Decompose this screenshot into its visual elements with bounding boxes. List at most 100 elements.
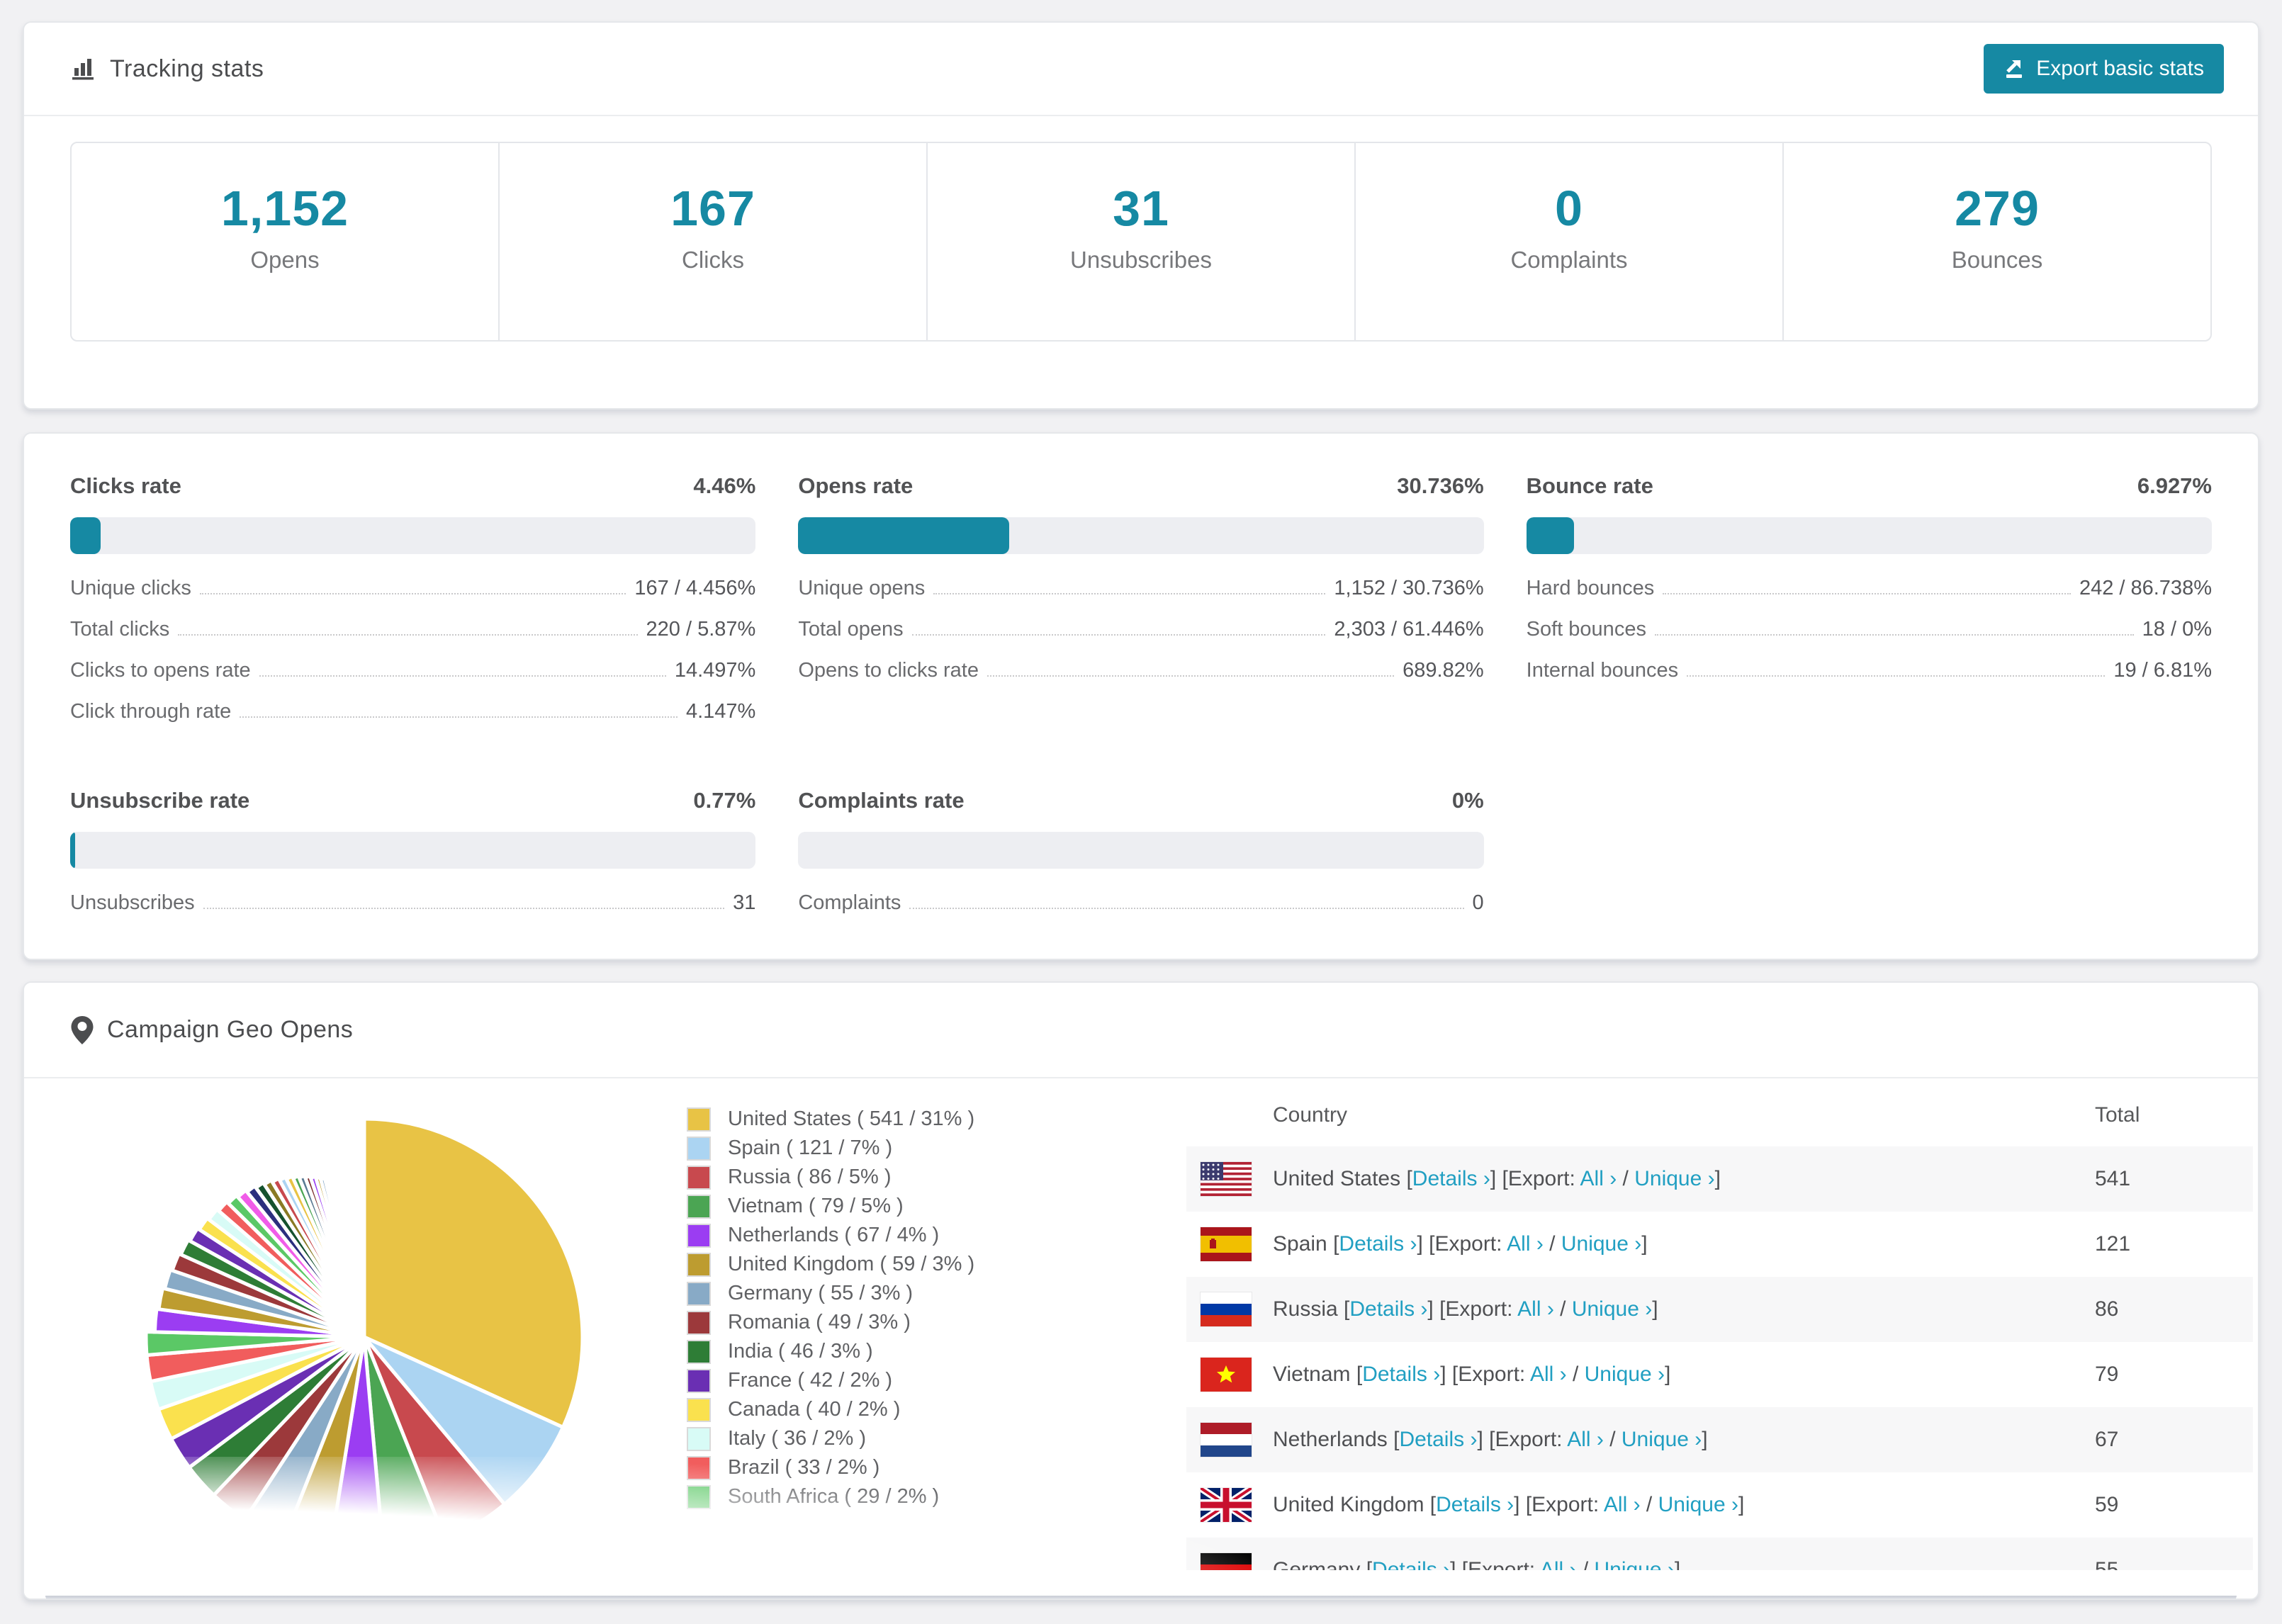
progress-track bbox=[1526, 517, 2212, 554]
progress-track bbox=[70, 517, 756, 554]
export-all-link[interactable]: All › bbox=[1517, 1297, 1554, 1321]
export-all-link[interactable]: All › bbox=[1604, 1493, 1641, 1516]
rate-row-value: 18 / 0% bbox=[2142, 618, 2212, 641]
details-link[interactable]: Details › bbox=[1399, 1428, 1477, 1451]
legend-swatch bbox=[687, 1339, 711, 1364]
rate-row-value: 14.497% bbox=[674, 659, 756, 682]
country-cell: Vietnam [Details ›] [Export: All › / Uni… bbox=[1273, 1363, 1670, 1387]
export-unique-link[interactable]: Unique › bbox=[1585, 1363, 1665, 1386]
progress-fill bbox=[1526, 517, 1574, 554]
legend-swatch bbox=[687, 1107, 711, 1132]
details-link[interactable]: Details › bbox=[1349, 1297, 1427, 1321]
dotted-leader bbox=[203, 908, 725, 909]
progress-track bbox=[70, 832, 756, 869]
export-prefix: ] [Export: bbox=[1417, 1232, 1507, 1256]
bracket-close: ] bbox=[1665, 1363, 1671, 1386]
rate-title: Bounce rate bbox=[1526, 473, 1653, 498]
rate-card: Clicks rate 4.46% Unique clicks 167 / 4.456… bbox=[70, 473, 756, 741]
export-unique-link[interactable]: Unique › bbox=[1621, 1428, 1702, 1451]
export-unique-link[interactable]: Unique › bbox=[1658, 1493, 1738, 1516]
export-unique-link[interactable]: Unique › bbox=[1634, 1167, 1714, 1190]
details-link[interactable]: Details › bbox=[1412, 1167, 1490, 1190]
rate-row-label: Unique opens bbox=[798, 577, 926, 599]
geo-table-header: Country Total bbox=[1186, 1084, 2253, 1146]
export-prefix: ] [Export: bbox=[1477, 1428, 1568, 1451]
total-cell: 121 bbox=[2095, 1232, 2131, 1256]
legend-swatch bbox=[687, 1368, 711, 1393]
bracket-close: ] bbox=[1641, 1232, 1648, 1256]
summary-value: 167 bbox=[670, 181, 755, 236]
legend-label: Russia ( 86 / 5% ) bbox=[728, 1166, 892, 1188]
rate-row-value: 167 / 4.456% bbox=[634, 577, 756, 599]
country-name: Netherlands [ bbox=[1273, 1428, 1400, 1451]
legend-label: Germany ( 55 / 3% ) bbox=[728, 1282, 914, 1304]
card-bottom-edge bbox=[45, 1596, 2237, 1598]
legend-label: South Africa ( 29 / 2% ) bbox=[728, 1485, 940, 1508]
table-row: Germany [Details ›] [Export: All › / Uni… bbox=[1186, 1538, 2253, 1570]
rate-title: Clicks rate bbox=[70, 473, 181, 498]
export-all-link[interactable]: All › bbox=[1567, 1428, 1604, 1451]
rate-head: Complaints rate 0% bbox=[798, 788, 1483, 813]
legend-label: Vietnam ( 79 / 5% ) bbox=[728, 1195, 904, 1217]
rate-row: Total clicks 220 / 5.87% bbox=[70, 618, 755, 659]
legend-swatch bbox=[687, 1397, 711, 1422]
rate-row-label: Total opens bbox=[798, 618, 904, 641]
progress-track bbox=[798, 517, 1484, 554]
total-cell: 541 bbox=[2095, 1167, 2131, 1190]
export-unique-link[interactable]: Unique › bbox=[1595, 1558, 1675, 1570]
summary-label: Bounces bbox=[1951, 247, 2043, 273]
rate-row-value: 19 / 6.81% bbox=[2113, 659, 2212, 682]
legend-item: Brazil ( 33 / 2% ) bbox=[687, 1453, 974, 1482]
rate-value: 0.77% bbox=[693, 788, 756, 813]
country-cell: United States [Details ›] [Export: All ›… bbox=[1273, 1167, 1721, 1191]
rate-row: Click through rate 4.147% bbox=[70, 700, 755, 741]
rate-value: 0% bbox=[1451, 788, 1484, 813]
map-pin-icon bbox=[70, 1015, 94, 1045]
country-name: Vietnam [ bbox=[1273, 1363, 1363, 1386]
progress-fill bbox=[70, 832, 76, 869]
bracket-close: ] bbox=[1738, 1493, 1745, 1516]
rate-card: Bounce rate 6.927% Hard bounces 242 / 86.73… bbox=[1526, 473, 2212, 741]
rate-row-label: Internal bounces bbox=[1526, 659, 1679, 682]
legend-label: Italy ( 36 / 2% ) bbox=[728, 1427, 867, 1450]
details-link[interactable]: Details › bbox=[1372, 1558, 1450, 1570]
country-cell: Netherlands [Details ›] [Export: All › /… bbox=[1273, 1428, 1708, 1452]
export-unique-link[interactable]: Unique › bbox=[1572, 1297, 1652, 1321]
dotted-leader bbox=[911, 634, 1326, 636]
summary-label: Clicks bbox=[682, 247, 744, 273]
export-unique-link[interactable]: Unique › bbox=[1561, 1232, 1641, 1256]
tracking-stats-card: Tracking stats Export basic stats 1,152 O… bbox=[23, 21, 2259, 410]
legend-swatch bbox=[687, 1310, 711, 1335]
rate-row-label: Complaints bbox=[798, 891, 901, 914]
rate-row-value: 0 bbox=[1472, 891, 1484, 914]
page-title: Tracking stats bbox=[110, 55, 264, 82]
export-all-link[interactable]: All › bbox=[1530, 1363, 1567, 1386]
country-flag-de bbox=[1201, 1553, 1252, 1570]
country-flag-nl bbox=[1201, 1423, 1252, 1457]
summary-row: 1,152 Opens 167 Clicks 31 Unsubscribes 0 Compla… bbox=[70, 142, 2212, 342]
legend-label: India ( 46 / 3% ) bbox=[728, 1340, 873, 1363]
bracket-close: ] bbox=[1714, 1167, 1721, 1190]
details-link[interactable]: Details › bbox=[1362, 1363, 1440, 1386]
summary-label: Opens bbox=[250, 247, 320, 273]
details-link[interactable]: Details › bbox=[1436, 1493, 1514, 1516]
bracket-close: ] bbox=[1674, 1558, 1681, 1570]
details-link[interactable]: Details › bbox=[1339, 1232, 1417, 1256]
summary-cell: 279 Bounces bbox=[1784, 143, 2210, 340]
rate-head: Clicks rate 4.46% bbox=[70, 473, 755, 499]
dotted-leader bbox=[199, 593, 626, 594]
legend-label: France ( 42 / 2% ) bbox=[728, 1369, 893, 1392]
export-all-link[interactable]: All › bbox=[1580, 1167, 1617, 1190]
export-all-link[interactable]: All › bbox=[1540, 1558, 1577, 1570]
rate-row-value: 2,303 / 61.446% bbox=[1334, 618, 1484, 641]
summary-cell: 0 Complaints bbox=[1356, 143, 1784, 340]
legend-item: Vietnam ( 79 / 5% ) bbox=[687, 1192, 974, 1221]
rate-title: Opens rate bbox=[798, 473, 914, 498]
country-cell: Germany [Details ›] [Export: All › / Uni… bbox=[1273, 1558, 1680, 1570]
legend-swatch bbox=[687, 1194, 711, 1219]
export-all-link[interactable]: All › bbox=[1507, 1232, 1544, 1256]
summary-value: 1,152 bbox=[220, 181, 349, 236]
export-basic-stats-button[interactable]: Export basic stats bbox=[1984, 44, 2224, 94]
rate-row: Unique opens 1,152 / 30.736% bbox=[798, 577, 1483, 618]
geo-pie-chart bbox=[130, 1103, 598, 1571]
